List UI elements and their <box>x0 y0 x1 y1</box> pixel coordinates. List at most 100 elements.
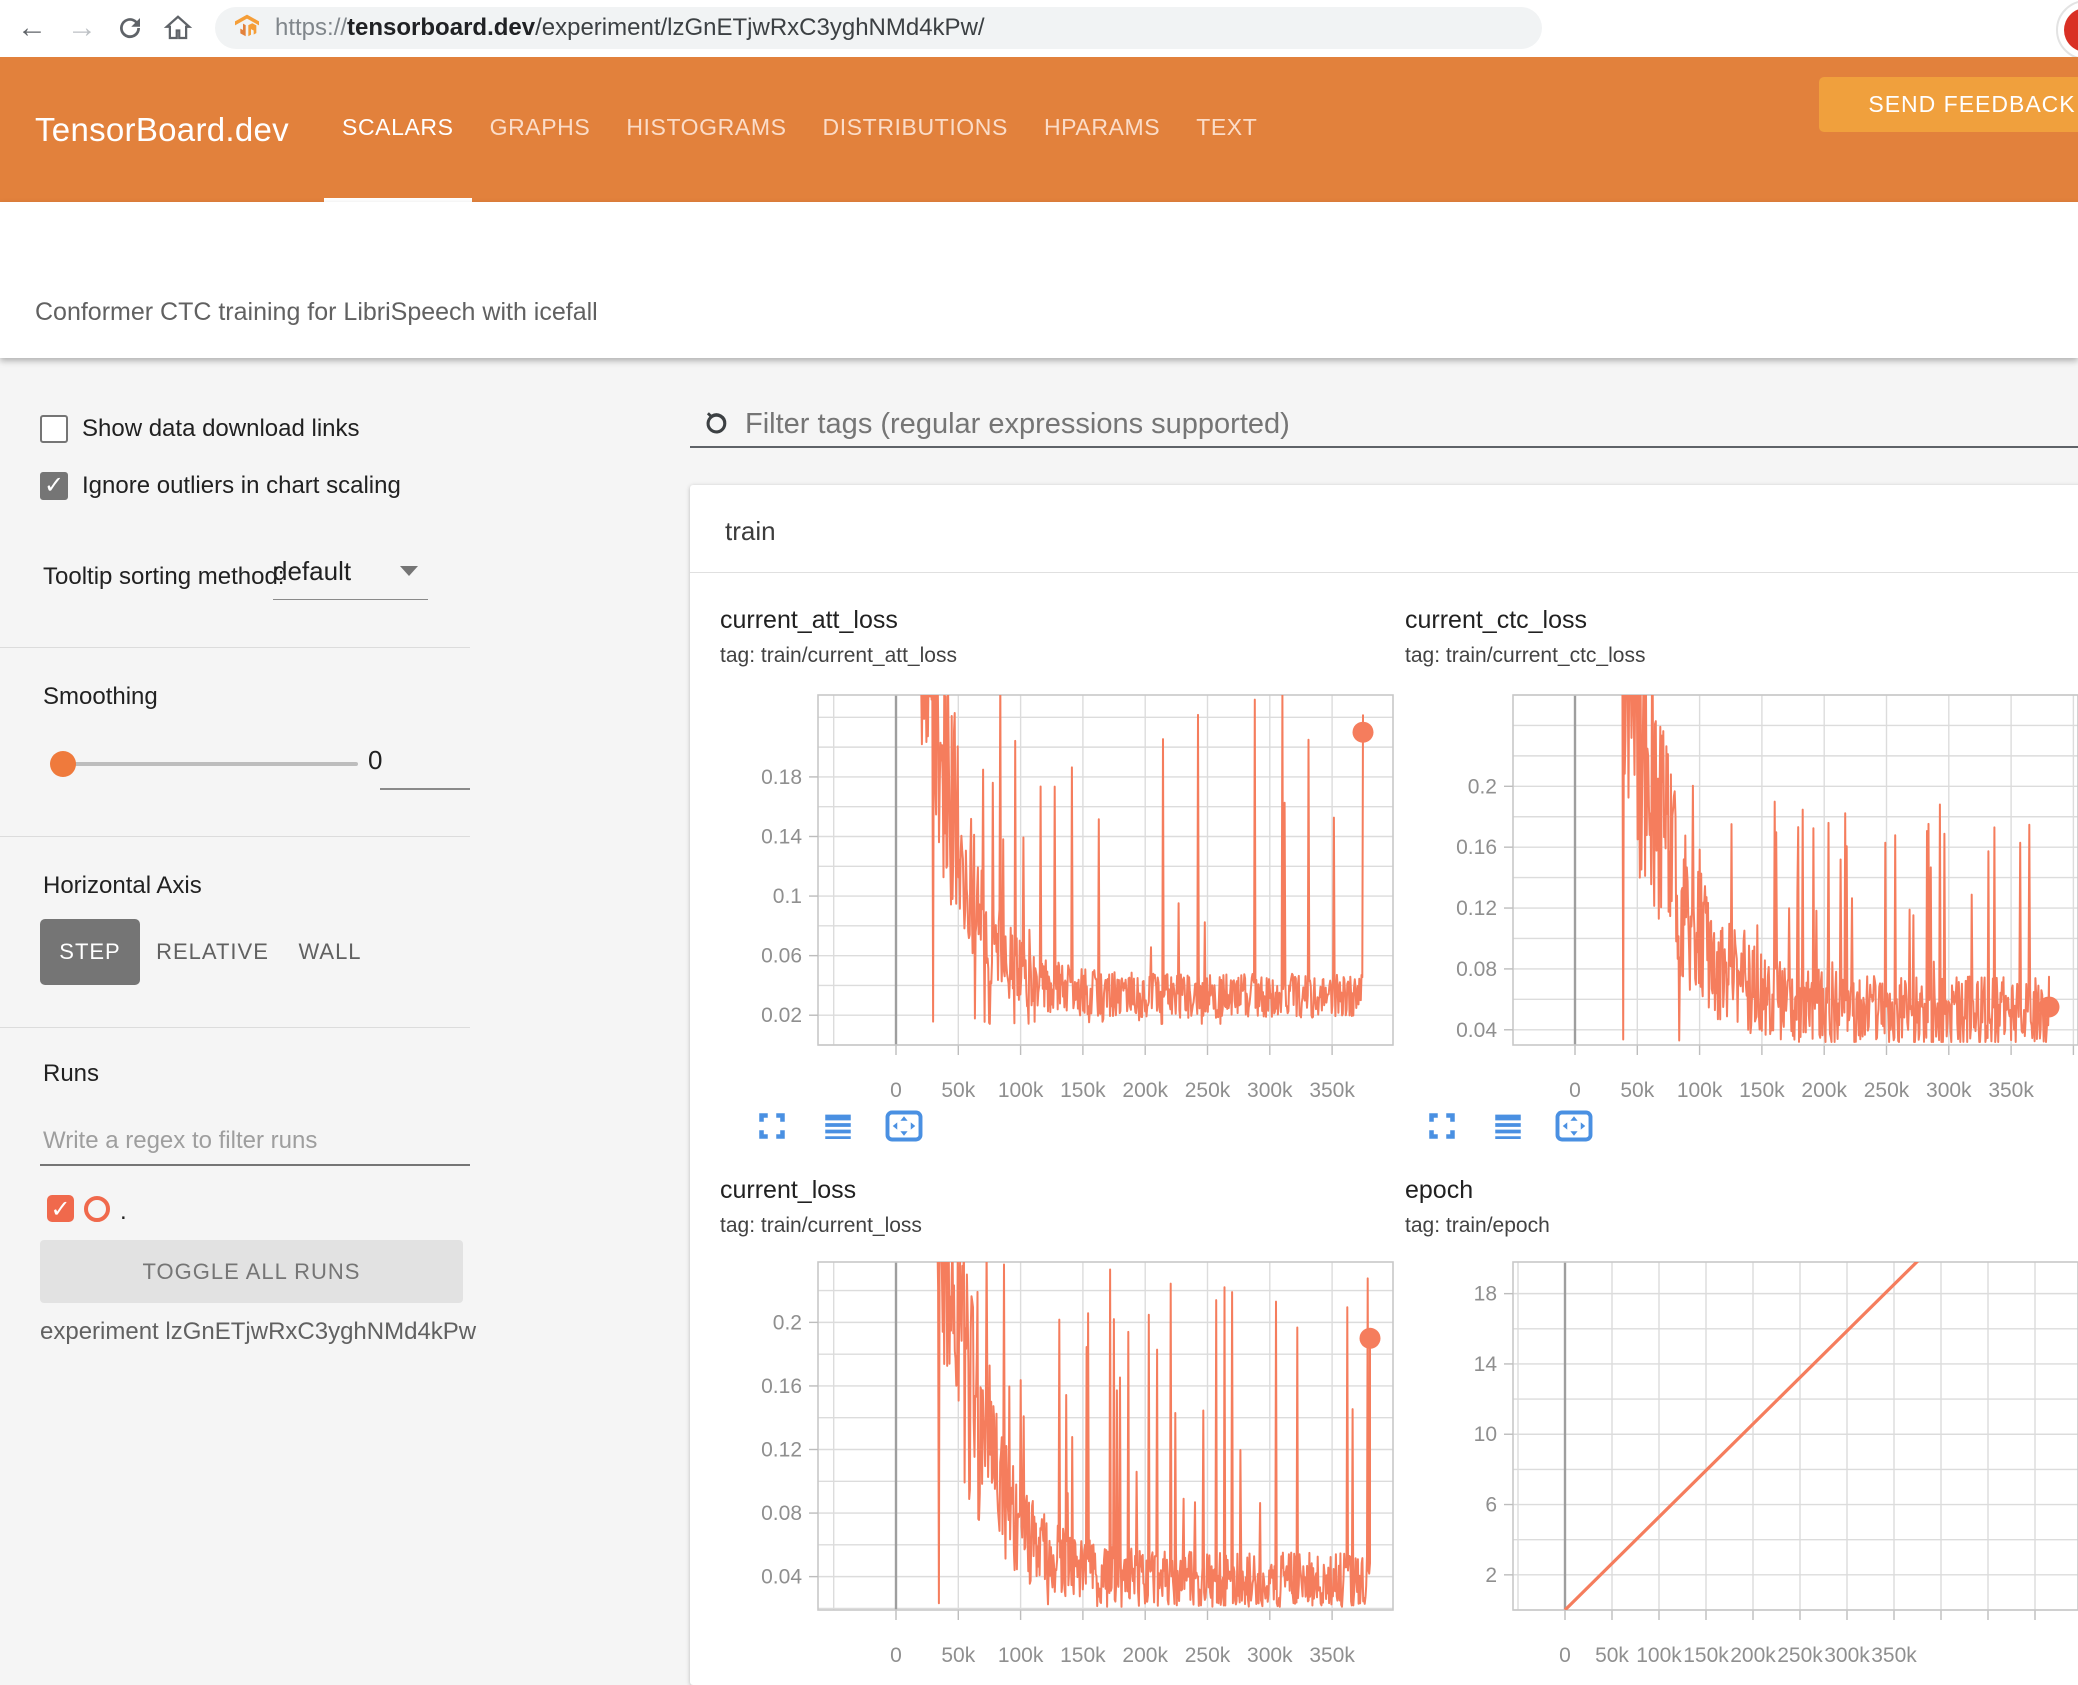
url-text: https://tensorboard.dev/experiment/lzGnE… <box>275 14 985 41</box>
filter-tags-input[interactable]: Filter tags (regular expressions support… <box>745 408 1290 441</box>
forward-icon[interactable]: → <box>62 8 102 48</box>
smoothing-label: Smoothing <box>43 683 158 710</box>
y-tick-label: 0.04 <box>761 1566 802 1589</box>
x-tick-label: 100k <box>998 1079 1044 1102</box>
experiment-id: experiment lzGnETjwRxC3yghNMd4kPw <box>40 1318 477 1345</box>
smoothing-slider[interactable] <box>55 762 358 766</box>
x-tick-label: 350k <box>1988 1079 2034 1102</box>
tag-group-title[interactable]: train <box>725 516 776 547</box>
address-bar[interactable]: https://tensorboard.dev/experiment/lzGnE… <box>215 7 1542 49</box>
y-tick-label: 0.08 <box>1456 958 1497 981</box>
chart-epoch[interactable]: 2 6 10 14 18 0 50k 100k 150k 200k 250k 300k 350k <box>1474 1258 2078 1666</box>
check-icon: ✓ <box>43 472 65 499</box>
fit-domain-icon[interactable] <box>882 1106 926 1146</box>
smoothing-slider-thumb[interactable] <box>50 751 76 777</box>
run-checkbox[interactable]: ✓ <box>47 1195 74 1222</box>
checkbox-checked: ✓ <box>40 472 68 500</box>
search-icon <box>698 408 732 447</box>
fullscreen-icon[interactable] <box>1420 1106 1464 1146</box>
x-tick-label: 250k <box>1864 1079 1910 1102</box>
x-tick-label: 250k <box>1185 1644 1231 1666</box>
y-tick-label: 0.14 <box>761 825 802 848</box>
series-endpoint-dot[interactable] <box>1352 721 1374 743</box>
y-tick-label: 0.2 <box>773 1311 802 1334</box>
series-endpoint-dot[interactable] <box>1359 1327 1381 1349</box>
x-tick-label: 200k <box>1122 1644 1168 1666</box>
run-color-swatch <box>84 1196 110 1222</box>
runs-filter-input[interactable]: Write a regex to filter runs <box>43 1127 317 1155</box>
tab-histograms[interactable]: HISTOGRAMS <box>608 57 804 202</box>
filter-tags-underline <box>690 446 2078 448</box>
smoothing-value-underline <box>380 788 470 790</box>
x-tick-label: 0 <box>1569 1079 1581 1102</box>
x-tick-label: 150k <box>1739 1079 1785 1102</box>
axis-wall-button[interactable]: WALL <box>290 919 370 985</box>
x-tick-label: 100k <box>998 1644 1044 1666</box>
y-tick-label: 10 <box>1474 1423 1497 1446</box>
tab-scalars[interactable]: SCALARS <box>324 57 472 202</box>
y-tick-label: 0.02 <box>761 1004 802 1027</box>
runs-label: Runs <box>43 1060 100 1087</box>
run-name: . <box>120 1198 127 1225</box>
tab-graphs[interactable]: GRAPHS <box>472 57 609 202</box>
fit-domain-icon[interactable] <box>1552 1106 1596 1146</box>
x-tick-label: 200k <box>1730 1644 1776 1666</box>
y-tick-label: 0.12 <box>761 1439 802 1462</box>
home-icon[interactable] <box>158 8 198 48</box>
runs-list-icon[interactable] <box>816 1106 860 1146</box>
smoothing-value-input[interactable]: 0 <box>368 745 382 776</box>
tooltip-sorting-select[interactable]: default <box>273 556 351 587</box>
x-tick-label: 200k <box>1801 1079 1847 1102</box>
x-tick-label: 150k <box>1683 1644 1729 1666</box>
fullscreen-icon[interactable] <box>750 1106 794 1146</box>
tooltip-sorting-underline <box>273 599 428 600</box>
reload-icon[interactable] <box>110 8 150 48</box>
tab-distributions[interactable]: DISTRIBUTIONS <box>805 57 1026 202</box>
sidebar-divider <box>0 647 470 648</box>
app-logo[interactable]: TensorBoard.dev <box>35 57 289 202</box>
x-tick-label: 350k <box>1309 1079 1355 1102</box>
x-tick-label: 150k <box>1060 1644 1106 1666</box>
sidebar-divider <box>0 1027 470 1028</box>
x-tick-label: 100k <box>1636 1644 1682 1666</box>
chart-current_loss[interactable]: 0.04 0.08 0.12 0.16 0.2 0 50k 100k 150k 200k 250k 3… <box>761 1239 1394 1666</box>
x-tick-label: 350k <box>1309 1644 1355 1666</box>
y-tick-label: 18 <box>1474 1283 1497 1306</box>
axis-step-button[interactable]: STEP <box>40 919 140 985</box>
show-download-checkbox[interactable] <box>40 415 68 443</box>
y-tick-label: 0.18 <box>761 766 802 789</box>
runs-list-icon[interactable] <box>1486 1106 1530 1146</box>
y-tick-label: 0.16 <box>761 1375 802 1398</box>
x-tick-label: 250k <box>1185 1079 1231 1102</box>
y-tick-label: 14 <box>1474 1353 1498 1376</box>
tab-hparams[interactable]: HPARAMS <box>1026 57 1178 202</box>
reload-glyph <box>120 18 141 39</box>
tab-text[interactable]: TEXT <box>1178 57 1275 202</box>
series-endpoint-dot[interactable] <box>2038 996 2060 1018</box>
series-line <box>936 1262 1371 1608</box>
x-tick-label: 250k <box>1777 1644 1823 1666</box>
axis-relative-button[interactable]: RELATIVE <box>155 919 270 985</box>
toggle-all-runs-button[interactable]: TOGGLE ALL RUNS <box>40 1240 463 1303</box>
y-tick-label: 0.12 <box>1456 897 1497 920</box>
send-feedback-button[interactable]: SEND FEEDBACK <box>1819 77 2078 132</box>
x-tick-label: 150k <box>1060 1079 1106 1102</box>
x-tick-label: 0 <box>890 1644 902 1666</box>
tensorboard-favicon <box>235 14 259 37</box>
card-divider <box>690 572 2078 573</box>
tooltip-sorting-label: Tooltip sorting method: <box>43 563 285 590</box>
y-tick-label: 0.16 <box>1456 836 1497 859</box>
show-download-label: Show data download links <box>82 415 360 442</box>
x-tick-label: 100k <box>1677 1079 1723 1102</box>
check-icon: ✓ <box>50 1196 71 1223</box>
chevron-down-icon[interactable] <box>400 566 418 576</box>
browser-toolbar: ← → https://tensorboard.dev/experiment/l… <box>0 0 2078 60</box>
x-tick-label: 200k <box>1122 1079 1168 1102</box>
back-icon[interactable]: ← <box>12 8 52 48</box>
x-tick-label: 300k <box>1247 1644 1293 1666</box>
chart-current_att_loss[interactable]: 0.02 0.06 0.1 0.14 0.18 0 50k 100k 150k 200k 250k 3… <box>761 674 1394 1102</box>
experiment-title: Conformer CTC training for LibriSpeech w… <box>35 298 598 326</box>
ignore-outliers-checkbox[interactable]: ✓ <box>40 472 68 500</box>
chart-toolbar-current-ctc-loss <box>1420 1106 1596 1146</box>
chart-current_ctc_loss[interactable]: 0.04 0.08 0.12 0.16 0.2 0 50k 100k 150k 200k 250k 3… <box>1456 671 2078 1102</box>
